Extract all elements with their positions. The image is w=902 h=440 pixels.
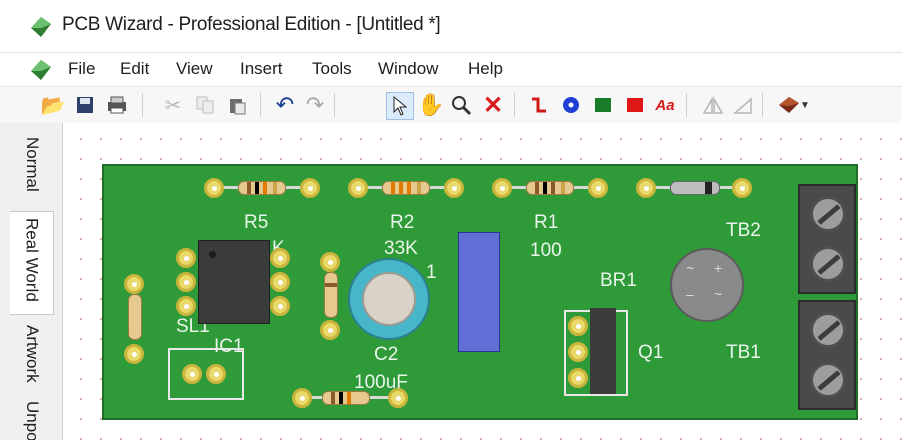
q1-transistor[interactable] <box>590 308 616 394</box>
ic-pad[interactable] <box>176 296 196 316</box>
component-pad[interactable] <box>444 178 464 198</box>
bridge-rectifier-br1[interactable]: ~ + – ~ <box>670 248 744 322</box>
terminal-block-tb2[interactable] <box>798 184 856 294</box>
square-pad-icon[interactable] <box>590 92 616 118</box>
component-pad[interactable] <box>204 178 224 198</box>
toolbar: 📂 ✂ ↶ ↷ ✋ ✕ Aa ▼ <box>0 86 902 124</box>
component-pad[interactable] <box>292 388 312 408</box>
menu-file[interactable]: File <box>68 59 95 79</box>
q1-pad[interactable] <box>568 342 588 362</box>
resistor-vertical[interactable] <box>128 294 142 340</box>
component-pad[interactable] <box>320 252 340 272</box>
select-icon[interactable] <box>386 92 414 120</box>
ic-pad[interactable] <box>270 296 290 316</box>
tab-artwork[interactable]: Artwork <box>10 319 54 395</box>
component-pad[interactable] <box>636 178 656 198</box>
resistor-vertical[interactable] <box>324 272 338 318</box>
component-icon[interactable] <box>776 92 802 118</box>
undo-icon[interactable]: ↶ <box>272 92 298 118</box>
tab-normal[interactable]: Normal <box>10 131 54 211</box>
menu-bar: File Edit View Insert Tools Window Help <box>0 53 902 85</box>
title-bar: PCB Wizard - Professional Edition - [Unt… <box>0 0 902 53</box>
redo-icon[interactable]: ↷ <box>302 92 328 118</box>
menu-edit[interactable]: Edit <box>120 59 149 79</box>
view-tabs: Normal Real World Artwork Unpopul <box>0 123 63 440</box>
open-icon[interactable]: 📂 <box>40 92 66 118</box>
label-c2: C2 <box>374 344 399 365</box>
text-icon[interactable]: Aa <box>652 92 678 118</box>
tab-real-world[interactable]: Real World <box>10 211 54 315</box>
sl1-connector[interactable] <box>168 348 244 400</box>
pan-icon[interactable]: ✋ <box>417 92 444 118</box>
fill-icon[interactable] <box>622 92 648 118</box>
ic1-chip[interactable] <box>198 240 270 324</box>
label-r5: R5 <box>244 212 269 233</box>
resistor-bottom[interactable] <box>322 391 370 405</box>
track-icon[interactable] <box>526 92 552 118</box>
label-r2: R2 <box>390 212 415 233</box>
ic-pad[interactable] <box>176 272 196 292</box>
toolbar-separator <box>686 93 687 117</box>
menu-tools[interactable]: Tools <box>312 59 352 79</box>
component-pad[interactable] <box>348 178 368 198</box>
dropdown-arrow-icon[interactable]: ▼ <box>800 92 810 118</box>
zoom-icon[interactable] <box>448 92 474 118</box>
component-pad[interactable] <box>124 344 144 364</box>
menu-insert[interactable]: Insert <box>240 59 283 79</box>
resistor-r1[interactable] <box>526 181 574 195</box>
pad-icon[interactable] <box>558 92 584 118</box>
component-pad[interactable] <box>732 178 752 198</box>
label-q1: Q1 <box>638 342 664 363</box>
label-tb1: TB1 <box>726 342 761 363</box>
label-r1: R1 <box>534 212 559 233</box>
document-icon[interactable] <box>30 59 52 81</box>
paste-icon[interactable] <box>224 92 250 118</box>
pcb-board[interactable]: R5 K R2 33K R1 100 TB2 BR1 SL1 IC1 C2 10… <box>102 164 858 420</box>
toolbar-separator <box>762 93 763 117</box>
rotate-icon[interactable] <box>730 92 756 118</box>
terminal-block-tb1[interactable] <box>798 300 856 410</box>
label-c2-fragment: 1 <box>426 262 437 283</box>
print-icon[interactable] <box>104 92 130 118</box>
copy-icon[interactable] <box>192 92 218 118</box>
menu-view[interactable]: View <box>176 59 213 79</box>
ic-pad[interactable] <box>270 272 290 292</box>
toolbar-separator <box>260 93 261 117</box>
label-r1-value: 100 <box>530 240 562 261</box>
toolbar-separator <box>142 93 143 117</box>
component-pad[interactable] <box>388 388 408 408</box>
trimmer[interactable] <box>458 232 500 352</box>
window-title: PCB Wizard - Professional Edition - [Unt… <box>62 14 441 35</box>
tab-unpopulated[interactable]: Unpopul <box>10 395 54 440</box>
menu-help[interactable]: Help <box>468 59 503 79</box>
q1-pad[interactable] <box>568 316 588 336</box>
label-r2-value: 33K <box>384 238 418 259</box>
component-pad[interactable] <box>300 178 320 198</box>
q1-pad[interactable] <box>568 368 588 388</box>
app-logo-icon <box>31 17 51 37</box>
component-pad[interactable] <box>320 320 340 340</box>
ic-pad[interactable] <box>176 248 196 268</box>
toolbar-separator <box>334 93 335 117</box>
resistor-r2[interactable] <box>382 181 430 195</box>
label-tb2: TB2 <box>726 220 761 241</box>
mirror-icon[interactable] <box>700 92 726 118</box>
capacitor-c2[interactable] <box>348 258 430 340</box>
component-pad[interactable] <box>588 178 608 198</box>
diode[interactable] <box>670 181 720 195</box>
delete-icon[interactable]: ✕ <box>480 92 506 119</box>
label-br1: BR1 <box>600 270 637 291</box>
save-icon[interactable] <box>72 92 98 118</box>
component-pad[interactable] <box>124 274 144 294</box>
resistor-r5[interactable] <box>238 181 286 195</box>
menu-window[interactable]: Window <box>378 59 438 79</box>
toolbar-separator <box>514 93 515 117</box>
component-pad[interactable] <box>492 178 512 198</box>
cut-icon[interactable]: ✂ <box>160 92 186 118</box>
ic-pad[interactable] <box>270 248 290 268</box>
